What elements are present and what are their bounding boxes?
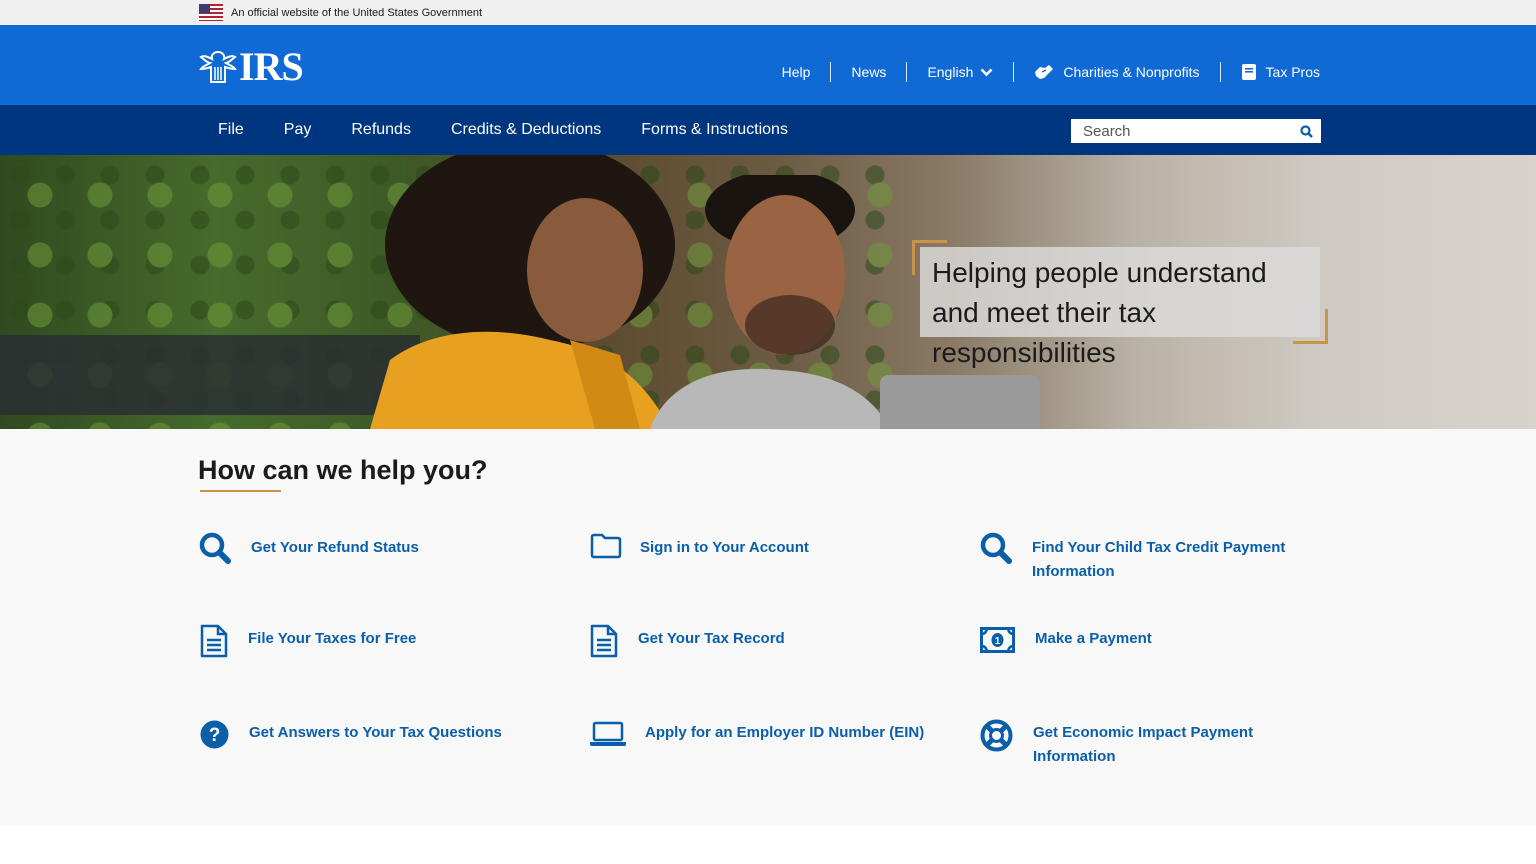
help-title: How can we help you? [198, 455, 488, 485]
divider [1219, 62, 1221, 82]
tax-questions-link[interactable]: ? Get Answers to Your Tax Questions [200, 720, 549, 749]
title-underline [200, 490, 281, 492]
ein-link[interactable]: Apply for an Employer ID Number (EIN) [590, 721, 965, 747]
divider [830, 62, 832, 82]
search-icon [199, 532, 232, 564]
hero-banner: Helping people understand and meet their… [0, 155, 1536, 429]
site-header: IRS Help News English Charities & Nonpro… [0, 25, 1536, 105]
svg-text:?: ? [209, 725, 221, 746]
gov-banner-text: An official website of the United States… [231, 6, 483, 19]
charities-link[interactable]: Charities & Nonprofits [1014, 63, 1219, 81]
decorative-corner [1293, 309, 1328, 344]
charities-label: Charities & Nonprofits [1063, 64, 1200, 80]
help-link-label: Apply for an Employer ID Number (EIN) [645, 724, 925, 741]
search-input[interactable] [1071, 120, 1291, 142]
document-icon [199, 624, 229, 658]
hero-tagline: Helping people understand and meet their… [932, 257, 1267, 368]
economic-impact-link[interactable]: Get Economic Impact Payment Information [980, 719, 1303, 769]
hero-tagline-box: Helping people understand and meet their… [920, 247, 1320, 368]
nav-item-pay[interactable]: Pay [264, 121, 332, 139]
folder-icon [590, 533, 622, 559]
help-link-label: Find Your Child Tax Credit Payment Infor… [1032, 539, 1286, 580]
make-payment-link[interactable]: 1 Make a Payment [980, 627, 1285, 653]
search-icon [1299, 124, 1313, 138]
nav-item-credits-deductions[interactable]: Credits & Deductions [431, 121, 621, 139]
laptop-icon [590, 721, 626, 747]
help-link-label: Get Your Refund Status [251, 539, 419, 556]
page-bottom [0, 825, 1536, 864]
money-icon: 1 [980, 627, 1015, 653]
gov-banner: An official website of the United States… [0, 0, 1536, 25]
refund-status-link[interactable]: Get Your Refund Status [199, 532, 531, 564]
sign-in-link[interactable]: Sign in to Your Account [590, 533, 940, 560]
irs-logo[interactable]: IRS [199, 44, 304, 89]
hero-photo [650, 175, 890, 429]
search-box [1071, 119, 1321, 143]
document-icon [589, 624, 619, 658]
news-link[interactable]: News [831, 64, 906, 80]
help-link-label: Get Answers to Your Tax Questions [249, 724, 502, 741]
main-nav-items: File Pay Refunds Credits & Deductions Fo… [198, 105, 808, 155]
eagle-logo-icon [199, 50, 237, 83]
nav-item-file[interactable]: File [198, 121, 264, 139]
language-dropdown[interactable]: English [907, 64, 1013, 80]
help-link-label: Get Your Tax Record [638, 630, 785, 647]
help-link-label: Get Economic Impact Payment Information [1033, 724, 1254, 765]
tax-pros-link[interactable]: Tax Pros [1221, 63, 1320, 81]
help-link-label: Make a Payment [1035, 630, 1152, 647]
divider [1013, 62, 1015, 82]
search-button[interactable] [1291, 119, 1321, 143]
file-free-link[interactable]: File Your Taxes for Free [199, 624, 548, 658]
language-label: English [927, 64, 974, 80]
tax-pros-label: Tax Pros [1265, 64, 1320, 80]
help-section: How can we help you? Get Your Refund Sta… [0, 429, 1536, 825]
logo-text: IRS [239, 44, 304, 89]
us-flag-icon [199, 4, 223, 21]
nav-item-forms-instructions[interactable]: Forms & Instructions [621, 121, 808, 139]
child-tax-credit-link[interactable]: Find Your Child Tax Credit Payment Infor… [980, 532, 1322, 584]
tax-record-link[interactable]: Get Your Tax Record [589, 624, 938, 658]
lifebuoy-icon [980, 719, 1013, 752]
book-icon [1241, 63, 1257, 81]
question-icon: ? [200, 720, 229, 749]
help-link-label: File Your Taxes for Free [248, 630, 417, 647]
search-icon [980, 532, 1013, 564]
help-link-label: Sign in to Your Account [640, 539, 809, 556]
handshake-icon [1034, 63, 1054, 81]
divider [906, 62, 908, 82]
utility-nav: Help News English Charities & Nonprofits… [762, 62, 1320, 82]
hero-background [0, 335, 420, 415]
help-link[interactable]: Help [762, 64, 831, 80]
nav-item-refunds[interactable]: Refunds [331, 121, 431, 139]
chevron-down-icon [980, 68, 993, 77]
main-nav: File Pay Refunds Credits & Deductions Fo… [0, 105, 1536, 155]
svg-text:1: 1 [995, 636, 1001, 647]
hero-photo [880, 375, 1040, 429]
